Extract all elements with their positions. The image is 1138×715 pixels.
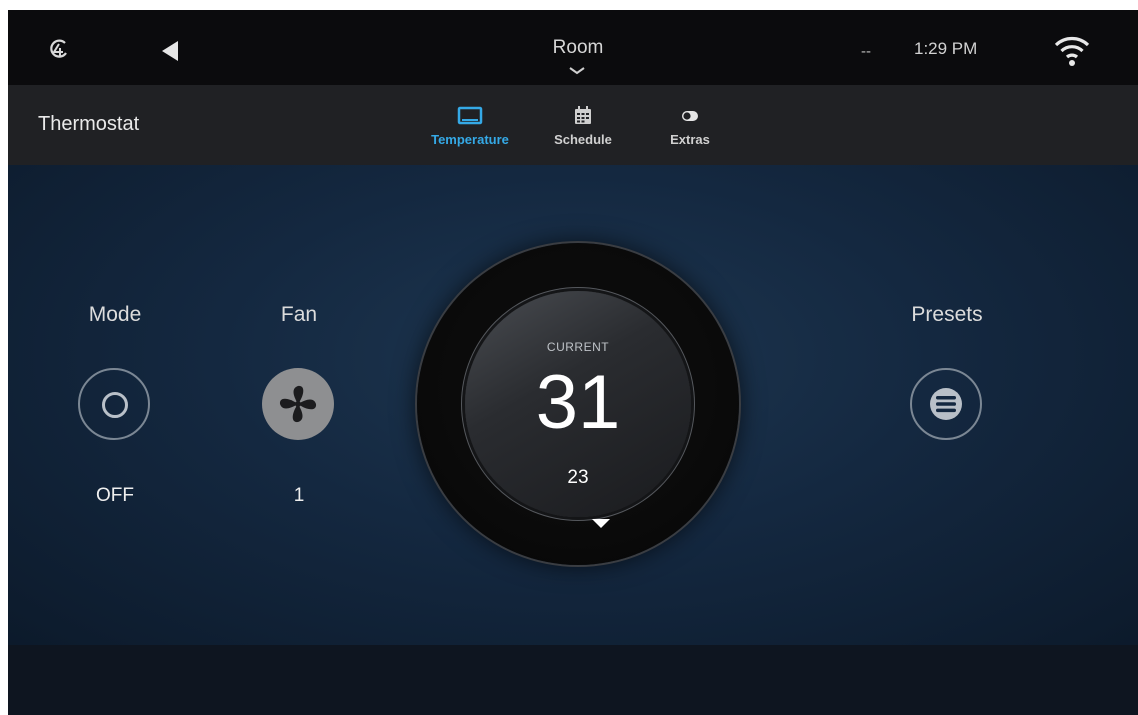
app-window: Room -- 1:29 PM Thermostat Temperature S… (8, 10, 1138, 715)
mode-value: OFF (96, 485, 134, 506)
clock: 1:29 PM (914, 39, 978, 58)
brand-logo-icon[interactable] (48, 38, 70, 60)
current-temperature: 31 (535, 360, 621, 445)
tab-schedule[interactable]: Schedule (528, 105, 638, 155)
fan-button[interactable] (262, 368, 334, 440)
dial-face: CURRENT 31 23 (465, 291, 691, 517)
page-title: Thermostat (38, 113, 140, 135)
fan-icon (279, 385, 317, 423)
presets-button[interactable] (910, 368, 982, 440)
tab-label: Temperature (431, 132, 509, 147)
current-label: CURRENT (546, 340, 610, 354)
calendar-icon (575, 106, 591, 124)
mode-button[interactable] (78, 368, 150, 440)
wifi-icon (1054, 37, 1090, 66)
chevron-down-icon[interactable] (567, 66, 587, 76)
tab-label: Schedule (554, 132, 612, 147)
power-ring-icon (102, 392, 128, 418)
list-icon (930, 388, 962, 420)
tab-temperature[interactable]: Temperature (415, 105, 525, 155)
back-triangle-icon[interactable] (158, 39, 182, 63)
setpoint-temperature: 23 (567, 467, 589, 488)
thermostat-dial[interactable]: CURRENT 31 23 (417, 243, 739, 565)
presets-title: Presets (911, 303, 983, 326)
bottom-bar (8, 645, 1138, 715)
thermostat-panel: Mode OFF Fan 1 Presets CURRENT 31 23 (8, 165, 1138, 645)
room-selector[interactable]: Room (508, 37, 648, 59)
status-placeholder: -- (861, 43, 871, 60)
header-bar: Thermostat Temperature Schedule Extras (8, 85, 1138, 165)
monitor-icon (457, 106, 483, 125)
toggle-icon (682, 111, 698, 121)
tab-extras[interactable]: Extras (635, 105, 745, 155)
fan-value: 1 (293, 485, 305, 506)
mode-title: Mode (88, 303, 142, 326)
chevron-down-icon[interactable] (592, 519, 610, 528)
tab-label: Extras (670, 132, 710, 147)
status-bar: Room -- 1:29 PM (8, 10, 1138, 85)
fan-title: Fan (280, 303, 318, 326)
